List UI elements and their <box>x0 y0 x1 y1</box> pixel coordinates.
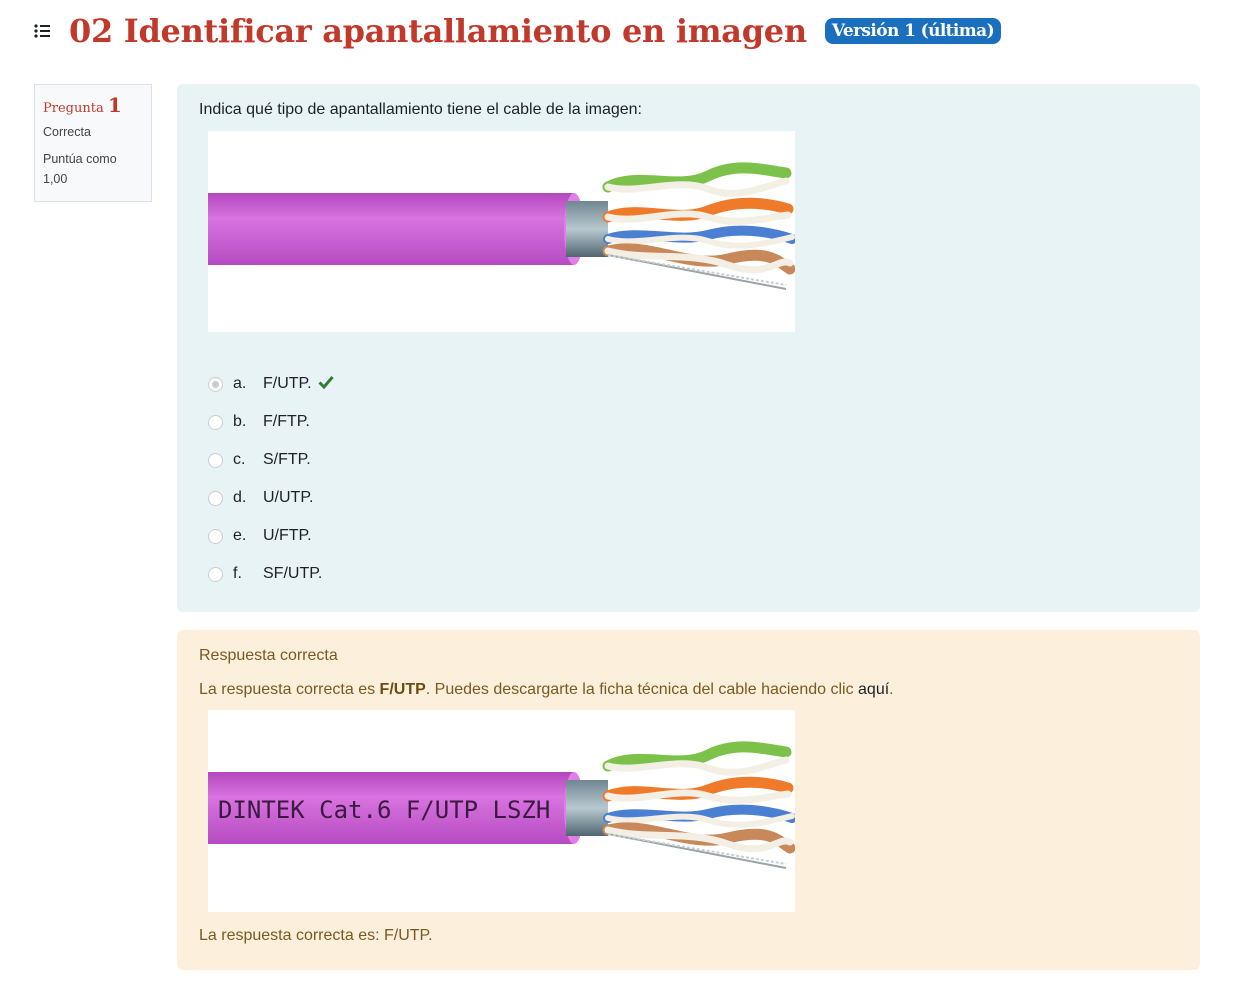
answer-option-a[interactable]: a. F/UTP. <box>208 365 334 403</box>
answer-letter: b. <box>233 413 247 430</box>
feedback-middle: . Puedes descargarte la ficha técnica de… <box>425 681 859 698</box>
answer-option-f[interactable]: f. SF/UTP. <box>208 555 334 593</box>
radio-button[interactable] <box>208 376 223 392</box>
cable-print-text: DINTEK Cat.6 F/UTP LSZH <box>218 796 550 824</box>
feedback-text: La respuesta correcta es F/UTP. Puedes d… <box>199 681 894 699</box>
question-grade: Puntúa como 1,00 <box>43 152 117 186</box>
radio-button[interactable] <box>208 490 223 506</box>
feedback-panel: Respuesta correcta La respuesta correcta… <box>177 630 1200 970</box>
answer-text: U/FTP. <box>263 527 312 544</box>
page-header: 02 Identificar apantallamiento en imagen… <box>33 8 1002 54</box>
answer-text: U/UTP. <box>263 489 314 506</box>
answer-letter: d. <box>233 489 247 506</box>
feedback-prefix: La respuesta correcta es <box>199 681 380 698</box>
answer-option-d[interactable]: d. U/UTP. <box>208 479 334 517</box>
answer-letter: a. <box>233 375 247 392</box>
question-formulation: Indica qué tipo de apantallamiento tiene… <box>177 84 1200 612</box>
answer-text: F/UTP. <box>263 375 312 392</box>
answer-list: a. F/UTP. b. F/FTP. c. S/FTP. d. U/UTP. … <box>208 365 334 593</box>
answer-option-c[interactable]: c. S/FTP. <box>208 441 334 479</box>
question-label: Pregunta <box>43 101 104 116</box>
version-badge: Versión 1 (última) <box>824 18 1002 44</box>
radio-button[interactable] <box>208 566 223 582</box>
question-text: Indica qué tipo de apantallamiento tiene… <box>199 101 642 118</box>
cable-image <box>208 131 795 332</box>
radio-button[interactable] <box>208 414 223 430</box>
question-info: Pregunta 1 Correcta Puntúa como 1,00 <box>34 84 152 202</box>
answer-text: SF/UTP. <box>263 565 323 582</box>
question-number: Pregunta 1 <box>43 93 143 117</box>
datasheet-link[interactable]: aquí <box>858 681 889 698</box>
answer-letter: c. <box>233 451 246 468</box>
correct-check-icon <box>318 375 334 394</box>
answer-letter: e. <box>233 527 247 544</box>
answer-letter: f. <box>233 565 242 582</box>
feedback-answer-bold: F/UTP <box>379 681 426 698</box>
feedback-suffix: . <box>889 681 894 698</box>
radio-button[interactable] <box>208 528 223 544</box>
answer-option-b[interactable]: b. F/FTP. <box>208 403 334 441</box>
question-number-value: 1 <box>107 93 122 117</box>
answer-option-e[interactable]: e. U/FTP. <box>208 517 334 555</box>
page-title: 02 Identificar apantallamiento en imagen <box>69 12 807 50</box>
answer-text: F/FTP. <box>263 413 310 430</box>
feedback-title: Respuesta correcta <box>199 647 338 664</box>
radio-button[interactable] <box>208 452 223 468</box>
answer-text: S/FTP. <box>263 451 311 468</box>
cable-labeled-image: DINTEK Cat.6 F/UTP LSZH <box>208 710 795 912</box>
question-state: Correcta <box>43 125 91 139</box>
list-icon[interactable] <box>33 22 51 40</box>
right-answer-text: La respuesta correcta es: F/UTP. <box>199 927 433 944</box>
